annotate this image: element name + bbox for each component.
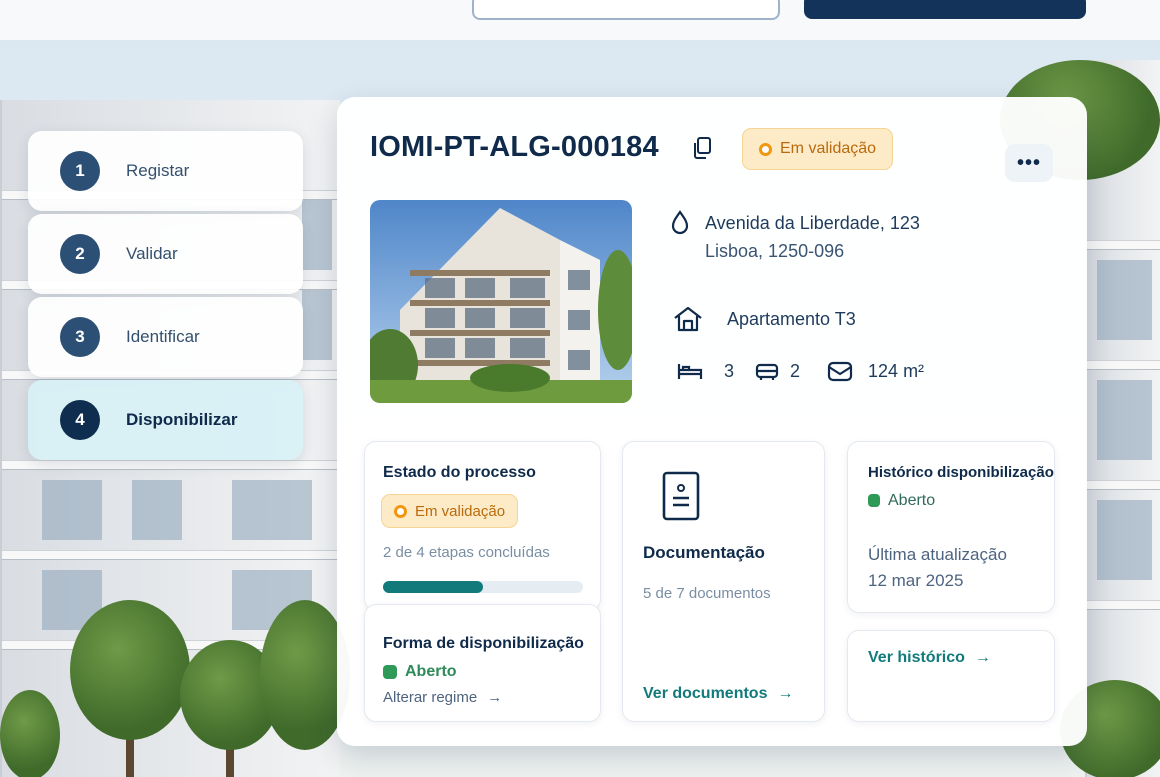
property-photo bbox=[370, 200, 632, 403]
address-line-2: Lisboa, 1250-096 bbox=[705, 241, 845, 261]
step-number: 3 bbox=[60, 317, 100, 357]
step-registar[interactable]: 1 Registar bbox=[28, 131, 303, 211]
top-bar bbox=[0, 0, 1160, 40]
change-regime-label: Alterar regime bbox=[383, 689, 478, 706]
bathrooms-count: 2 bbox=[790, 360, 801, 381]
bedrooms-count: 3 bbox=[724, 360, 735, 381]
availability-value: Aberto bbox=[383, 663, 457, 681]
address-line-1-text: Avenida da Liberdade, 123 bbox=[705, 212, 920, 233]
copy-icon[interactable] bbox=[691, 136, 713, 160]
history-value: Aberto bbox=[868, 492, 935, 510]
process-progress-bar bbox=[383, 581, 583, 593]
open-status-icon bbox=[383, 664, 397, 679]
view-history-link[interactable]: Ver histórico → bbox=[868, 649, 991, 667]
arrow-right-icon: → bbox=[777, 685, 794, 702]
step-identificar[interactable]: 3 Identificar bbox=[28, 297, 303, 377]
documents-card: Documentação 5 de 7 documentos Ver docum… bbox=[622, 441, 825, 722]
history-value-text: Aberto bbox=[888, 492, 936, 509]
step-validar[interactable]: 2 Validar bbox=[28, 214, 303, 294]
step-number: 1 bbox=[60, 151, 100, 191]
top-secondary-button[interactable] bbox=[472, 0, 780, 20]
view-documents-link[interactable]: Ver documentos → bbox=[643, 685, 793, 703]
property-type-text: Apartamento T3 bbox=[727, 308, 856, 329]
documents-title: Documentação bbox=[643, 543, 765, 562]
more-options-button[interactable]: ••• bbox=[1005, 144, 1053, 182]
step-label: Registar bbox=[126, 161, 190, 180]
status-badge-label: Em validação bbox=[780, 140, 877, 157]
step-label: Validar bbox=[126, 244, 178, 263]
availability-title: Forma de disponibilização bbox=[383, 635, 584, 652]
property-type: Apartamento T3 bbox=[672, 305, 856, 333]
area-value: 124 m² bbox=[868, 360, 925, 381]
last-update-label: Última atualização bbox=[868, 545, 1007, 564]
change-regime-link[interactable]: Alterar regime → bbox=[383, 689, 502, 706]
process-progress-fill bbox=[383, 581, 483, 593]
address-line-1: Avenida da Liberdade, 123 bbox=[667, 209, 920, 237]
arrow-right-icon: → bbox=[487, 689, 503, 706]
arrow-right-icon: → bbox=[974, 649, 991, 666]
status-dot-icon bbox=[759, 142, 772, 156]
step-label: Disponibilizar bbox=[126, 410, 238, 429]
more-icon: ••• bbox=[1016, 151, 1041, 174]
document-icon bbox=[662, 471, 700, 521]
documents-count: 5 de 7 documentos bbox=[643, 585, 771, 602]
step-number: 4 bbox=[60, 400, 100, 440]
history-title: Histórico disponibilização bbox=[868, 464, 1054, 481]
availability-value-text: Aberto bbox=[405, 663, 457, 680]
step-label: Identificar bbox=[126, 327, 200, 346]
location-pin-icon bbox=[671, 210, 689, 235]
process-status-card: Estado do processo Em validação 2 de 4 e… bbox=[364, 441, 601, 611]
last-update-date: 12 mar 2025 bbox=[868, 571, 964, 590]
process-status-badge-label: Em validação bbox=[415, 502, 506, 520]
top-primary-button[interactable] bbox=[804, 0, 1086, 19]
bath-icon bbox=[755, 363, 779, 380]
house-icon bbox=[674, 306, 702, 332]
status-dot-icon bbox=[394, 504, 407, 518]
area-icon bbox=[827, 361, 853, 382]
view-documents-label: Ver documentos bbox=[643, 685, 768, 702]
process-status-badge: Em validação bbox=[381, 494, 519, 528]
step-disponibilizar[interactable]: 4 Disponibilizar bbox=[28, 380, 303, 460]
history-card: Histórico disponibilização Aberto Última… bbox=[847, 441, 1055, 613]
process-steps-done: 2 de 4 etapas concluídas bbox=[383, 544, 550, 561]
property-id: IOMI-PT-ALG-000184 bbox=[370, 131, 659, 163]
step-number: 2 bbox=[60, 234, 100, 274]
bed-icon bbox=[677, 364, 703, 379]
property-card: IOMI-PT-ALG-000184 Em validação ••• Aven… bbox=[337, 97, 1087, 746]
view-history-label: Ver histórico bbox=[868, 649, 965, 666]
process-status-title: Estado do processo bbox=[383, 464, 536, 481]
open-status-icon bbox=[868, 494, 880, 508]
status-badge: Em validação bbox=[742, 128, 894, 170]
property-features: 3 2 124 m² bbox=[676, 359, 944, 383]
availability-card: Forma de disponibilização Aberto Alterar… bbox=[364, 604, 601, 722]
history-link-card: Ver histórico → bbox=[847, 630, 1055, 722]
